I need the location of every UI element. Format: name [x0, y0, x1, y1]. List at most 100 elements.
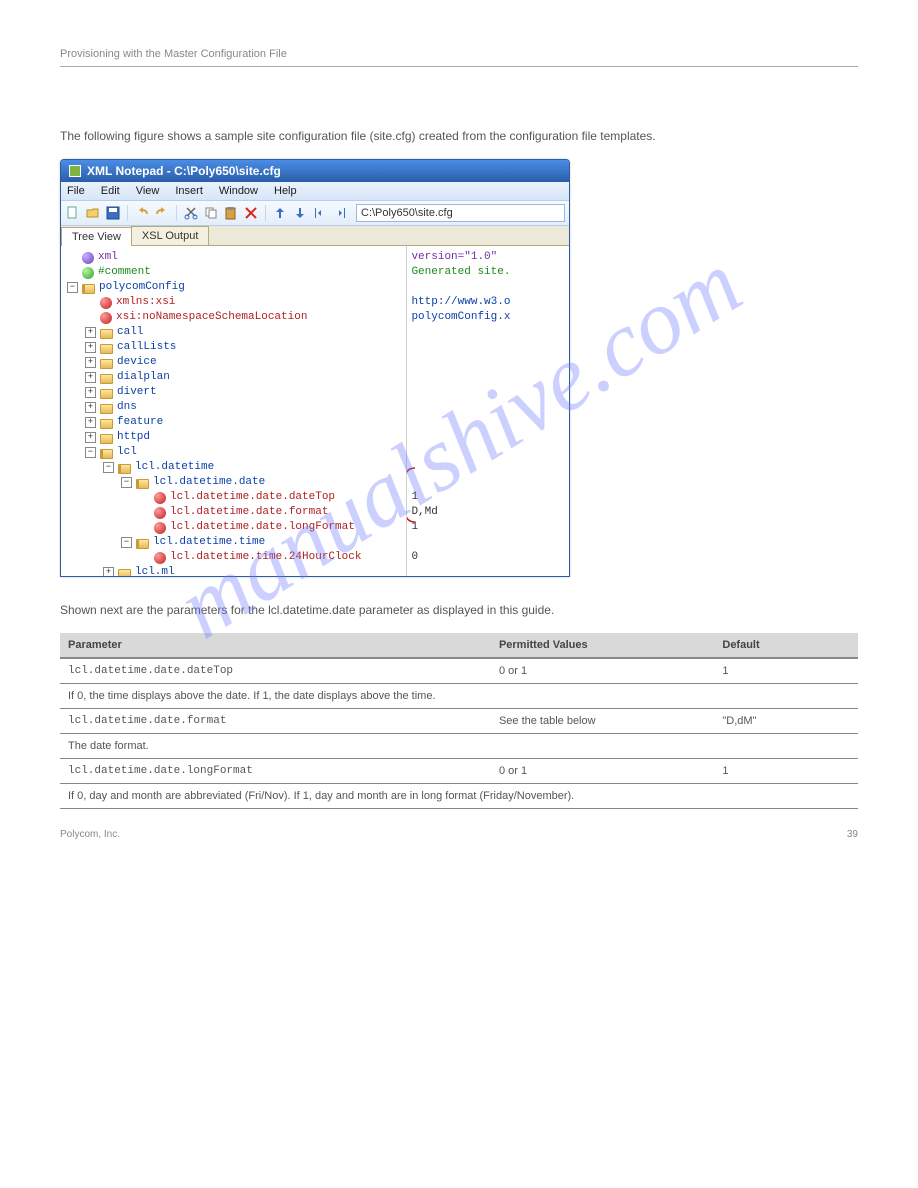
node-label[interactable]: lcl — [117, 445, 137, 460]
expand-icon[interactable]: + — [85, 387, 96, 398]
expand-icon[interactable]: + — [103, 567, 114, 576]
folder-icon — [118, 569, 131, 577]
open-icon[interactable] — [85, 205, 101, 221]
cell-permitted: See the table below — [491, 709, 714, 734]
node-label[interactable]: feature — [117, 415, 163, 430]
collapse-icon[interactable]: − — [121, 477, 132, 488]
cell-description: The date format. — [60, 734, 858, 759]
menu-edit[interactable]: Edit — [101, 185, 120, 197]
tree-folder[interactable]: + dialplan — [67, 370, 404, 385]
cut-icon[interactable] — [183, 205, 199, 221]
node-label[interactable]: dns — [117, 400, 137, 415]
tree-folder[interactable]: − lcl.datetime — [67, 460, 404, 475]
node-label[interactable]: #comment — [98, 265, 151, 280]
undo-icon[interactable] — [134, 205, 150, 221]
path-field[interactable]: C:\Poly650\site.cfg — [356, 204, 565, 222]
tab-tree-view[interactable]: Tree View — [61, 227, 132, 246]
collapse-icon[interactable]: − — [67, 282, 78, 293]
cell-permitted: 0 or 1 — [491, 658, 714, 684]
nudge-down-icon[interactable] — [292, 205, 308, 221]
tree-folder[interactable]: + callLists — [67, 340, 404, 355]
tree-folder[interactable]: + httpd — [67, 430, 404, 445]
menu-window[interactable]: Window — [219, 185, 258, 197]
node-value — [411, 325, 565, 340]
tree-folder[interactable]: − lcl.datetime.time — [67, 535, 404, 550]
tree-folder[interactable]: + feature — [67, 415, 404, 430]
new-icon[interactable] — [65, 205, 81, 221]
node-value — [411, 430, 565, 445]
tabstrip: Tree View XSL Output — [61, 226, 569, 246]
expand-icon[interactable]: + — [85, 342, 96, 353]
tree-attribute[interactable]: lcl.datetime.date.longFormat — [67, 520, 404, 535]
expand-icon[interactable]: + — [85, 417, 96, 428]
expand-icon[interactable]: + — [85, 327, 96, 338]
expand-icon[interactable]: + — [85, 357, 96, 368]
node-label[interactable]: polycomConfig — [99, 280, 185, 295]
menu-help[interactable]: Help — [274, 185, 297, 197]
node-label[interactable]: lcl.datetime — [135, 460, 214, 475]
tree-folder[interactable]: − lcl.datetime.date — [67, 475, 404, 490]
node-label[interactable]: divert — [117, 385, 157, 400]
folder-icon — [100, 419, 113, 429]
node-label[interactable]: xsi:noNamespaceSchemaLocation — [116, 310, 307, 325]
tab-xsl-output[interactable]: XSL Output — [131, 226, 209, 245]
tree-folder[interactable]: + call — [67, 325, 404, 340]
expand-icon[interactable]: + — [85, 402, 96, 413]
node-label[interactable]: call — [117, 325, 143, 340]
tree-folder[interactable]: + divert — [67, 385, 404, 400]
tree-attribute[interactable]: lcl.datetime.date.dateTop — [67, 490, 404, 505]
copy-icon[interactable] — [203, 205, 219, 221]
expand-icon[interactable]: + — [85, 432, 96, 443]
node-value — [411, 415, 565, 430]
toolbar: C:\Poly650\site.cfg — [61, 201, 569, 226]
node-label[interactable]: dialplan — [117, 370, 170, 385]
node-label[interactable]: lcl.datetime.time.24HourClock — [170, 550, 361, 565]
tree-attribute[interactable]: xml — [67, 250, 404, 265]
node-label[interactable]: lcl.ml — [135, 565, 175, 576]
node-label[interactable]: httpd — [117, 430, 150, 445]
tree-attribute[interactable]: xmlns:xsi — [67, 295, 404, 310]
attribute-icon — [100, 297, 112, 309]
node-value — [411, 400, 565, 415]
app-icon — [69, 165, 81, 177]
indent-icon[interactable] — [332, 205, 348, 221]
delete-icon[interactable] — [243, 205, 259, 221]
tree-folder[interactable]: − polycomConfig — [67, 280, 404, 295]
node-value: D,Md — [411, 505, 565, 520]
node-value — [411, 460, 565, 475]
menu-view[interactable]: View — [136, 185, 160, 197]
tree-folder[interactable]: + dns — [67, 400, 404, 415]
menu-insert[interactable]: Insert — [175, 185, 203, 197]
outdent-icon[interactable] — [312, 205, 328, 221]
collapse-icon[interactable]: − — [121, 537, 132, 548]
paste-icon[interactable] — [223, 205, 239, 221]
tree-attribute[interactable]: lcl.datetime.time.24HourClock — [67, 550, 404, 565]
node-value — [411, 385, 565, 400]
node-label[interactable]: lcl.datetime.date.format — [170, 505, 328, 520]
node-label[interactable]: callLists — [117, 340, 176, 355]
tree-attribute[interactable]: lcl.datetime.date.format — [67, 505, 404, 520]
nudge-up-icon[interactable] — [272, 205, 288, 221]
tree-pane[interactable]: xml#comment − polycomConfigxmlns:xsixsi:no… — [61, 246, 406, 576]
collapse-icon[interactable]: − — [103, 462, 114, 473]
tree-attribute[interactable]: xsi:noNamespaceSchemaLocation — [67, 310, 404, 325]
node-label[interactable]: lcl.datetime.date.longFormat — [170, 520, 355, 535]
tree-attribute[interactable]: #comment — [67, 265, 404, 280]
tree-folder[interactable]: − lcl — [67, 445, 404, 460]
folder-icon — [100, 404, 113, 414]
expand-icon[interactable]: + — [85, 372, 96, 383]
collapse-icon[interactable]: − — [85, 447, 96, 458]
node-label[interactable]: xmlns:xsi — [116, 295, 175, 310]
tree-folder[interactable]: + device — [67, 355, 404, 370]
menu-file[interactable]: File — [67, 185, 85, 197]
node-label[interactable]: lcl.datetime.time — [153, 535, 265, 550]
node-label[interactable]: lcl.datetime.date — [153, 475, 265, 490]
node-label[interactable]: device — [117, 355, 157, 370]
tree-folder[interactable]: + lcl.ml — [67, 565, 404, 576]
node-value: 1 — [411, 520, 565, 535]
node-label[interactable]: xml — [98, 250, 118, 265]
redo-icon[interactable] — [154, 205, 170, 221]
menubar[interactable]: File Edit View Insert Window Help — [61, 182, 569, 201]
save-icon[interactable] — [105, 205, 121, 221]
node-label[interactable]: lcl.datetime.date.dateTop — [170, 490, 335, 505]
